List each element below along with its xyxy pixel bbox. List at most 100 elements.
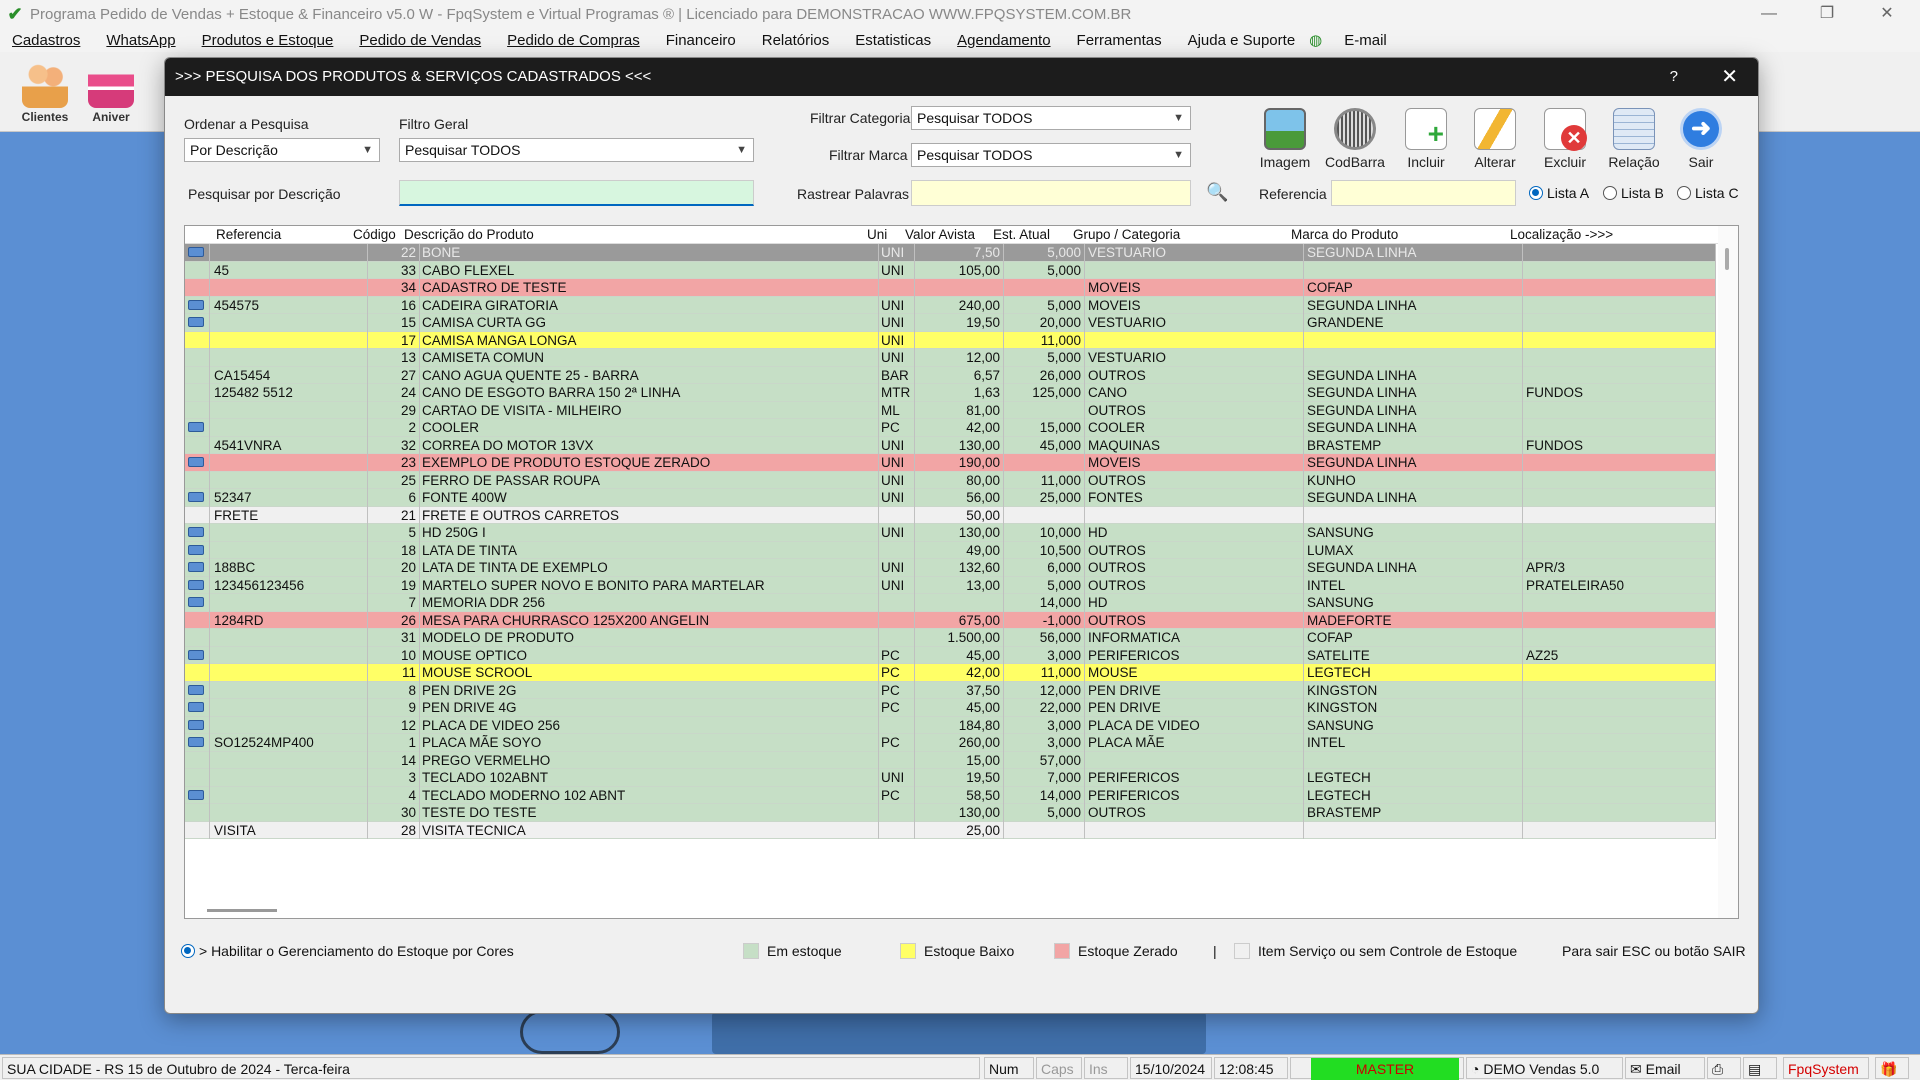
col-uni[interactable]: Uni xyxy=(867,226,887,244)
table-row[interactable]: 31 MODELO DE PRODUTO 1.500,00 56,000 INFORMA… xyxy=(185,629,1716,647)
cell-ref: CA15454 xyxy=(210,366,368,384)
rastrear-palavras-input[interactable] xyxy=(911,180,1191,206)
table-row[interactable]: 13 CAMISETA COMUN UNI 12,00 5,000 VESTUARIO xyxy=(185,349,1716,367)
calculator-icon[interactable]: ▤ xyxy=(1743,1057,1777,1079)
table-row[interactable]: 29 CARTAO DE VISITA - MILHEIRO ML 81,00 OUTR… xyxy=(185,401,1716,419)
restore-button[interactable]: ❐ xyxy=(1804,0,1850,28)
imagem-button[interactable]: Imagem xyxy=(1253,108,1317,170)
image-attached-icon xyxy=(188,527,204,537)
table-row[interactable]: 123456123456 19 MARTELO SUPER NOVO E BONIT… xyxy=(185,576,1716,594)
table-row[interactable]: 45 33 CABO FLEXEL UNI 105,00 5,000 xyxy=(185,261,1716,279)
menu-produtos-estoque[interactable]: Produtos e Estoque xyxy=(202,32,334,49)
ordenar-select[interactable]: Por Descrição ▼ xyxy=(184,138,380,162)
menu-ferramentas[interactable]: Ferramentas xyxy=(1077,32,1162,49)
help-button[interactable]: ? xyxy=(1670,58,1678,96)
table-row[interactable]: 1284RD 26 MESA PARA CHURRASCO 125X200 ANGE… xyxy=(185,611,1716,629)
vertical-scrollbar[interactable] xyxy=(1718,226,1738,918)
col-est-atual[interactable]: Est. Atual xyxy=(993,226,1050,244)
status-ins: Ins xyxy=(1084,1057,1128,1079)
col-codigo[interactable]: Código xyxy=(353,226,396,244)
table-row[interactable]: 12 PLACA DE VIDEO 256 184,80 3,000 PLACA DE … xyxy=(185,716,1716,734)
search-icon[interactable]: 🔍 xyxy=(1206,182,1228,203)
alterar-button[interactable]: Alterar xyxy=(1463,108,1527,170)
lista-a-radio[interactable]: Lista A xyxy=(1529,185,1589,201)
minimize-button[interactable]: — xyxy=(1746,0,1792,28)
table-row[interactable]: 17 CAMISA MANGA LONGA UNI 11,000 xyxy=(185,331,1716,349)
menu-whatsapp[interactable]: WhatsApp xyxy=(106,32,175,49)
table-row[interactable]: 52347 6 FONTE 400W UNI 56,00 25,000 FONTES SEGU… xyxy=(185,489,1716,507)
aniver-button[interactable]: Aniver xyxy=(80,56,142,130)
filtrar-categoria-select[interactable]: Pesquisar TODOS ▼ xyxy=(911,106,1191,130)
sair-button[interactable]: ➜ Sair xyxy=(1669,108,1733,170)
row-icon-cell xyxy=(185,594,210,612)
menu-cadastros[interactable]: Cadastros xyxy=(12,32,80,49)
table-row[interactable]: 15 CAMISA CURTA GG UNI 19,50 20,000 VESTUARIO… xyxy=(185,314,1716,332)
menu-email[interactable]: E-mail xyxy=(1344,32,1387,49)
menu-financeiro[interactable]: Financeiro xyxy=(666,32,736,49)
table-row[interactable]: 22 BONE UNI 7,50 5,000 VESTUARIO SEGUNDA LINHA xyxy=(185,244,1716,262)
table-row[interactable]: 9 PEN DRIVE 4G PC 45,00 22,000 PEN DRIVE KINGS… xyxy=(185,699,1716,717)
table-row[interactable]: 11 MOUSE SCROOL PC 42,00 11,000 MOUSE LEGTECH xyxy=(185,664,1716,682)
table-row[interactable]: 3 TECLADO 102ABNT UNI 19,50 7,000 PERIFERICOS… xyxy=(185,769,1716,787)
cell-grupo: MAQUINAS xyxy=(1085,436,1304,454)
table-row[interactable]: VISITA 28 VISITA TECNICA 25,00 xyxy=(185,821,1716,839)
table-row[interactable]: 30 TESTE DO TESTE 130,00 5,000 OUTROS BRASTEM… xyxy=(185,804,1716,822)
relacao-button[interactable]: Relação xyxy=(1602,108,1666,170)
codbarra-button[interactable]: CodBarra xyxy=(1323,108,1387,170)
table-row[interactable]: 34 CADASTRO DE TESTE MOVEIS COFAP xyxy=(185,279,1716,297)
close-window-button[interactable]: ✕ xyxy=(1864,0,1910,28)
menu-estatisticas[interactable]: Estatisticas xyxy=(855,32,931,49)
dialog-close-button[interactable]: ✕ xyxy=(1721,58,1738,96)
cell-desc: BONE xyxy=(420,244,879,262)
table-row[interactable]: 7 MEMORIA DDR 256 14,000 HD SANSUNG xyxy=(185,594,1716,612)
habilitar-cores-radio[interactable]: > Habilitar o Gerenciamento do Estoque p… xyxy=(181,943,514,959)
table-row[interactable]: 5 HD 250G I UNI 130,00 10,000 HD SANSUNG xyxy=(185,524,1716,542)
table-row[interactable]: 18 LATA DE TINTA 49,00 10,500 OUTROS LUMAX xyxy=(185,541,1716,559)
status-email-button[interactable]: ✉ Email xyxy=(1625,1057,1705,1079)
gift-icon[interactable]: 🎁 xyxy=(1875,1057,1909,1079)
incluir-button[interactable]: + Incluir xyxy=(1394,108,1458,170)
row-icon-cell xyxy=(185,699,210,717)
menu-ajuda-suporte[interactable]: Ajuda e Suporte xyxy=(1188,32,1296,49)
col-valor-avista[interactable]: Valor Avista xyxy=(905,226,975,244)
col-grupo-categoria[interactable]: Grupo / Categoria xyxy=(1073,226,1180,244)
table-row[interactable]: 8 PEN DRIVE 2G PC 37,50 12,000 PEN DRIVE KINGS… xyxy=(185,681,1716,699)
filtro-geral-select[interactable]: Pesquisar TODOS ▼ xyxy=(399,138,754,162)
globe-icon[interactable]: ◍ xyxy=(1309,31,1322,49)
col-descricao[interactable]: Descrição do Produto xyxy=(404,226,534,244)
table-row[interactable]: 125482 5512 24 CANO DE ESGOTO BARRA 150 2ª… xyxy=(185,384,1716,402)
lista-b-radio[interactable]: Lista B xyxy=(1603,185,1664,201)
cell-valor: 675,00 xyxy=(915,611,1004,629)
search-description-input[interactable] xyxy=(399,180,754,206)
table-row[interactable]: CA15454 27 CANO AGUA QUENTE 25 - BARRA BAR 6… xyxy=(185,366,1716,384)
menu-relatorios[interactable]: Relatórios xyxy=(762,32,830,49)
cell-marca xyxy=(1304,751,1523,769)
filtrar-marca-select[interactable]: Pesquisar TODOS ▼ xyxy=(911,143,1191,167)
lista-c-radio[interactable]: Lista C xyxy=(1677,185,1739,201)
menu-pedido-vendas[interactable]: Pedido de Vendas xyxy=(359,32,481,49)
col-marca[interactable]: Marca do Produto xyxy=(1291,226,1398,244)
table-row[interactable]: 10 MOUSE OPTICO PC 45,00 3,000 PERIFERICOS SAT… xyxy=(185,646,1716,664)
horizontal-scrollbar[interactable] xyxy=(207,909,277,912)
cell-grupo: PEN DRIVE xyxy=(1085,681,1304,699)
referencia-input[interactable] xyxy=(1331,180,1516,206)
scroll-thumb[interactable] xyxy=(1725,248,1729,270)
menu-agendamento[interactable]: Agendamento xyxy=(957,32,1050,49)
table-row[interactable]: 2 COOLER PC 42,00 15,000 COOLER SEGUNDA LINHA xyxy=(185,419,1716,437)
table-row[interactable]: 4 TECLADO MODERNO 102 ABNT PC 58,50 14,000 PE… xyxy=(185,786,1716,804)
table-row[interactable]: 454575 16 CADEIRA GIRATORIA UNI 240,00 5,000 M… xyxy=(185,296,1716,314)
excluir-button[interactable]: ✕ Excluir xyxy=(1533,108,1597,170)
table-row[interactable]: FRETE 21 FRETE E OUTROS CARRETOS 50,00 xyxy=(185,506,1716,524)
table-row[interactable]: SO12524MP400 1 PLACA MÃE SOYO PC 260,00 3,000… xyxy=(185,734,1716,752)
table-row[interactable]: 23 EXEMPLO DE PRODUTO ESTOQUE ZERADO UNI 19… xyxy=(185,454,1716,472)
table-row[interactable]: 14 PREGO VERMELHO 15,00 57,000 xyxy=(185,751,1716,769)
clientes-button[interactable]: Clientes xyxy=(14,56,76,130)
menu-pedido-compras[interactable]: Pedido de Compras xyxy=(507,32,640,49)
col-referencia[interactable]: Referencia xyxy=(216,226,281,244)
table-row[interactable]: 188BC 20 LATA DE TINTA DE EXEMPLO UNI 132,60… xyxy=(185,559,1716,577)
table-row[interactable]: 25 FERRO DE PASSAR ROUPA UNI 80,00 11,000 OUT… xyxy=(185,471,1716,489)
table-row[interactable]: 4541VNRA 32 CORREA DO MOTOR 13VX UNI 130,00 4… xyxy=(185,436,1716,454)
print-icon[interactable]: ⎙ xyxy=(1707,1057,1741,1079)
products-grid[interactable]: Referencia Código Descrição do Produto U… xyxy=(184,225,1739,919)
col-localizacao[interactable]: Localização ->>> xyxy=(1510,226,1613,244)
